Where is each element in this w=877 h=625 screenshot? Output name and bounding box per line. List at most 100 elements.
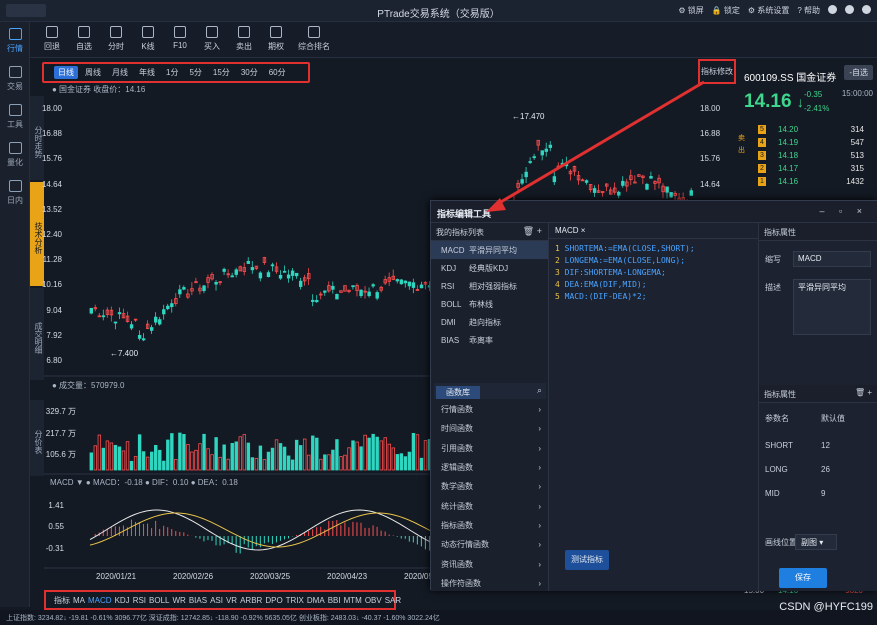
watchlist-button[interactable]: 自选: [68, 22, 100, 57]
nav-trade[interactable]: 交易: [0, 60, 30, 98]
period-month[interactable]: 月线: [108, 66, 132, 79]
abbr-input[interactable]: MACD: [793, 251, 871, 267]
code-tab-macd[interactable]: MACD ×: [549, 223, 758, 239]
add-watchlist-button[interactable]: -自选: [844, 65, 873, 80]
dialog-window-controls[interactable]: – ▫ ×: [820, 206, 868, 216]
indicator-dma[interactable]: DMA: [307, 596, 325, 605]
candle-body: [298, 280, 303, 287]
indicator-dpo[interactable]: DPO: [265, 596, 282, 605]
volume-bar: [190, 451, 194, 471]
maximize-icon[interactable]: [845, 5, 854, 14]
add-param-icon[interactable]: +: [867, 388, 872, 397]
position-select[interactable]: 副图 ▾: [795, 534, 837, 550]
indicator-asi[interactable]: ASI: [210, 596, 223, 605]
sell-button[interactable]: 卖出: [228, 22, 260, 57]
function-category-label: 行情函数: [441, 405, 473, 415]
candle-body: [411, 282, 416, 288]
minimize-icon[interactable]: [828, 5, 837, 14]
period-day[interactable]: 日线: [54, 66, 78, 79]
cart-icon: [206, 26, 218, 38]
macd-legend: MACD ▼ ● MACD：-0.18 ● DIF：0.10 ● DEA：0.1…: [50, 478, 238, 487]
indicator-desc: 相对强弱指标: [469, 281, 517, 291]
line-text: LONGEMA:=EMA(CLOSE,LONG);: [564, 256, 686, 265]
indicator-bias[interactable]: BIAS: [189, 596, 207, 605]
period-60min[interactable]: 60分: [265, 66, 290, 79]
save-button[interactable]: 保存: [779, 568, 827, 588]
function-category[interactable]: 时间函数 ›: [431, 419, 549, 438]
ranking-button[interactable]: 综合排名: [292, 22, 336, 57]
desc-input[interactable]: 平滑异同平均: [793, 279, 871, 335]
function-category[interactable]: 行情函数 ›: [431, 400, 549, 419]
delete-icon[interactable]: 🗑: [523, 226, 534, 236]
volume-bar: [246, 442, 251, 471]
help-button[interactable]: ? 帮助: [797, 5, 820, 16]
function-library-tab[interactable]: 函数库: [436, 386, 480, 399]
timeshare-button[interactable]: 分时: [100, 22, 132, 57]
candle-body: [520, 179, 524, 184]
yleft-label: 12.40: [41, 230, 62, 239]
volume-bar: [206, 448, 210, 471]
function-category[interactable]: 指标函数 ›: [431, 516, 549, 535]
lock-screen-button[interactable]: ⚙ 锁屏: [678, 5, 703, 16]
indicator-list-item[interactable]: DMI 趋向指标: [431, 313, 548, 331]
candle-body: [528, 161, 532, 163]
lock-button[interactable]: 🔒 锁定: [712, 5, 740, 16]
ask-level: 4: [758, 138, 766, 147]
add-icon[interactable]: +: [537, 226, 542, 236]
settings-button[interactable]: ⚙ 系统设置: [748, 5, 789, 16]
indicator-ma[interactable]: MA: [73, 596, 85, 605]
indicator-bbi[interactable]: BBI: [328, 596, 341, 605]
volume-bar: [387, 443, 391, 471]
kline-button[interactable]: K线: [132, 22, 164, 57]
indicator-obv[interactable]: OBV: [365, 596, 382, 605]
indicator-macd[interactable]: MACD: [88, 596, 112, 605]
candle-body: [258, 272, 263, 279]
indicator-list-item[interactable]: BIAS 乖离率: [431, 331, 548, 349]
indicator-trix[interactable]: TRIX: [286, 596, 304, 605]
period-15min[interactable]: 15分: [209, 66, 234, 79]
test-indicator-button[interactable]: 测试指标: [565, 550, 609, 570]
candle-body: [154, 316, 158, 323]
function-category[interactable]: 数学函数 ›: [431, 477, 549, 496]
indicator-list-item[interactable]: KDJ 经典版KDJ: [431, 259, 548, 277]
indicator-list-item[interactable]: BOLL 布林线: [431, 295, 548, 313]
f10-button[interactable]: F10: [164, 22, 196, 57]
period-5min[interactable]: 5分: [185, 66, 205, 79]
indicator-wr[interactable]: WR: [173, 596, 186, 605]
indicator-list-item[interactable]: MACD 平滑异同平均: [431, 241, 548, 259]
function-category[interactable]: 操作符函数 ›: [431, 574, 549, 593]
indicator-vr[interactable]: VR: [226, 596, 237, 605]
function-category[interactable]: 资讯函数 ›: [431, 554, 549, 573]
buy-button[interactable]: 买入: [196, 22, 228, 57]
indicator-mtm[interactable]: MTM: [344, 596, 362, 605]
period-week[interactable]: 周线: [81, 66, 105, 79]
candle-body: [150, 327, 154, 331]
line-text: DEA:EMA(DIF,MID);: [564, 280, 647, 289]
search-icon[interactable]: ⌕: [537, 385, 542, 396]
period-year[interactable]: 年线: [135, 66, 159, 79]
nav-quotes[interactable]: 行情: [0, 22, 30, 60]
period-30min[interactable]: 30分: [237, 66, 262, 79]
indicator-boll[interactable]: BOLL: [149, 596, 169, 605]
indicator-rsi[interactable]: RSI: [133, 596, 146, 605]
delete-param-icon[interactable]: 🗑: [855, 388, 865, 397]
function-category[interactable]: 引用函数 ›: [431, 439, 549, 458]
function-category[interactable]: 逻辑函数 ›: [431, 458, 549, 477]
chevron-right-icon: ›: [538, 559, 541, 569]
period-1min[interactable]: 1分: [162, 66, 182, 79]
close-icon[interactable]: [862, 5, 871, 14]
candle-body: [315, 300, 319, 303]
indicator-list-item[interactable]: RSI 相对强弱指标: [431, 277, 548, 295]
back-button[interactable]: 回退: [36, 22, 68, 57]
formula-editor[interactable]: 1 SHORTEMA:=EMA(CLOSE,SHORT); 2 LONGEMA:=…: [549, 239, 758, 307]
options-button[interactable]: 期权: [260, 22, 292, 57]
indicator-sar[interactable]: SAR: [385, 596, 401, 605]
indicator-modify-button[interactable]: 指标修改: [698, 59, 736, 84]
candle-body: [532, 156, 536, 159]
function-category[interactable]: 统计函数 ›: [431, 496, 549, 515]
indicator-desc: 乖离率: [469, 335, 493, 345]
candle-body: [182, 287, 186, 290]
function-category[interactable]: 动态行情函数 ›: [431, 535, 549, 554]
indicator-arbr[interactable]: ARBR: [240, 596, 262, 605]
indicator-kdj[interactable]: KDJ: [115, 596, 130, 605]
